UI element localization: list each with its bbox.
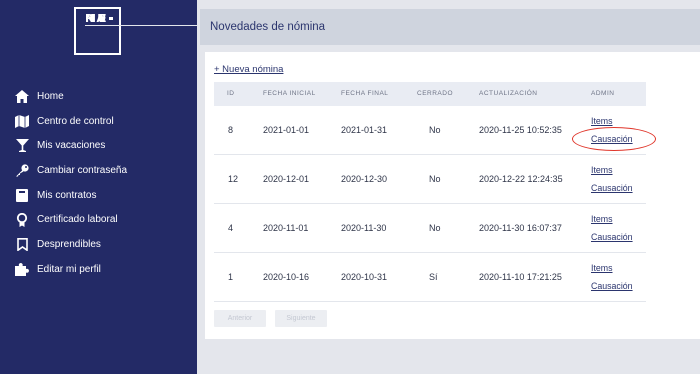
cell-start-date: 2020-11-01 [263,223,309,233]
causacion-link[interactable]: Causación [591,232,633,242]
cell-id: 4 [228,223,234,233]
previous-page-button[interactable]: Anterior [214,310,266,327]
causacion-link[interactable]: Causación [591,281,633,291]
cell-updated: 2020-12-22 12:24:35 [479,174,563,184]
causacion-link[interactable]: Causación [591,134,633,144]
items-link[interactable]: Items [591,214,613,224]
top-strip [197,0,700,9]
column-header-admin: ADMIN [591,90,615,97]
table-row: 12 2020-12-01 2020-12-30 No 2020-12-22 1… [214,155,646,204]
cell-closed: No [429,125,441,135]
column-header-end-date: FECHA FINAL [341,90,389,97]
puzzle-icon [14,261,30,277]
sidebar-item-mis-vacaciones[interactable]: Mis vacaciones [0,133,197,158]
column-header-closed: CERRADO [417,90,454,97]
sidebar-item-label: Desprendibles [37,238,101,250]
ribbon-icon [14,212,30,228]
book-icon [14,187,30,203]
cell-updated: 2020-11-25 10:52:35 [479,125,562,135]
sidebar-item-certificado-laboral[interactable]: Certificado laboral [0,207,197,232]
sidebar-item-editar-mi-perfil[interactable]: Editar mi perfil [0,257,197,282]
sidebar-item-label: Mis vacaciones [37,140,106,152]
map-icon [14,113,30,129]
sidebar-item-label: Centro de control [37,115,114,127]
logo-text-3: RA [85,11,108,25]
cell-closed: No [429,174,441,184]
sidebar-item-home[interactable]: Home [0,84,197,109]
next-page-button[interactable]: Siguiente [275,310,327,327]
cell-id: 8 [228,125,234,135]
cell-end-date: 2020-12-30 [341,174,388,184]
items-link[interactable]: Items [591,165,613,175]
key-icon [14,162,30,178]
home-icon [14,88,30,104]
items-link[interactable]: Items [591,263,613,273]
logo-dot [108,17,112,21]
cell-updated: 2020-11-10 17:21:25 [479,272,562,282]
sidebar-item-label: Editar mi perfil [37,263,101,275]
cell-start-date: 2021-01-01 [263,125,310,135]
sidebar-item-mis-contratos[interactable]: Mis contratos [0,183,197,208]
page-title: Novedades de nómina [210,21,326,33]
items-link[interactable]: Items [591,116,613,126]
sidebar-item-centro-de-control[interactable]: Centro de control [0,109,197,134]
cell-closed: Sí [429,272,438,282]
sidebar-item-cambiar-contrasena[interactable]: Cambiar contraseña [0,158,197,183]
page-header: Novedades de nómina [200,9,700,45]
cell-closed: No [429,223,441,233]
sidebar-item-label: Home [37,90,64,102]
table-row: 4 2020-11-01 2020-11-30 No 2020-11-30 16… [214,204,646,253]
table-header: ID FECHA INICIAL FECHA FINAL CERRADO ACT… [214,82,646,106]
bookmark-icon [14,236,30,252]
cell-start-date: 2020-10-16 [263,272,310,282]
cell-end-date: 2020-10-31 [341,272,388,282]
cell-start-date: 2020-12-01 [263,174,310,184]
sidebar-item-label: Cambiar contraseña [37,164,128,176]
cell-end-date: 2021-01-31 [341,125,388,135]
column-header-updated: ACTUALIZACIÓN [479,90,538,97]
table-row: 1 2020-10-16 2020-10-31 Sí 2020-11-10 17… [214,253,646,302]
table-row: 8 2021-01-01 2021-01-31 No 2020-11-25 10… [214,106,646,155]
cocktail-icon [14,138,30,154]
sidebar-menu: Home Centro de control Mis vacaciones Ca… [0,84,197,282]
cell-end-date: 2020-11-30 [341,223,387,233]
cell-id: 1 [228,272,234,282]
payroll-card: + Nueva nómina ID FECHA INICIAL FECHA FI… [205,52,700,339]
column-header-id: ID [227,90,235,97]
numera-logo[interactable]: NU ME RA [74,7,517,55]
column-header-start-date: FECHA INICIAL [263,90,316,97]
causacion-link[interactable]: Causación [591,183,633,193]
cell-updated: 2020-11-30 16:07:37 [479,223,562,233]
sidebar-item-desprendibles[interactable]: Desprendibles [0,232,197,257]
sidebar-item-label: Certificado laboral [37,214,118,226]
sidebar-item-label: Mis contratos [37,189,97,201]
new-payroll-link[interactable]: + Nueva nómina [214,64,283,75]
sidebar: NU ME RA Home Centro de control Mis vaca… [0,0,517,374]
cell-id: 12 [228,174,239,184]
